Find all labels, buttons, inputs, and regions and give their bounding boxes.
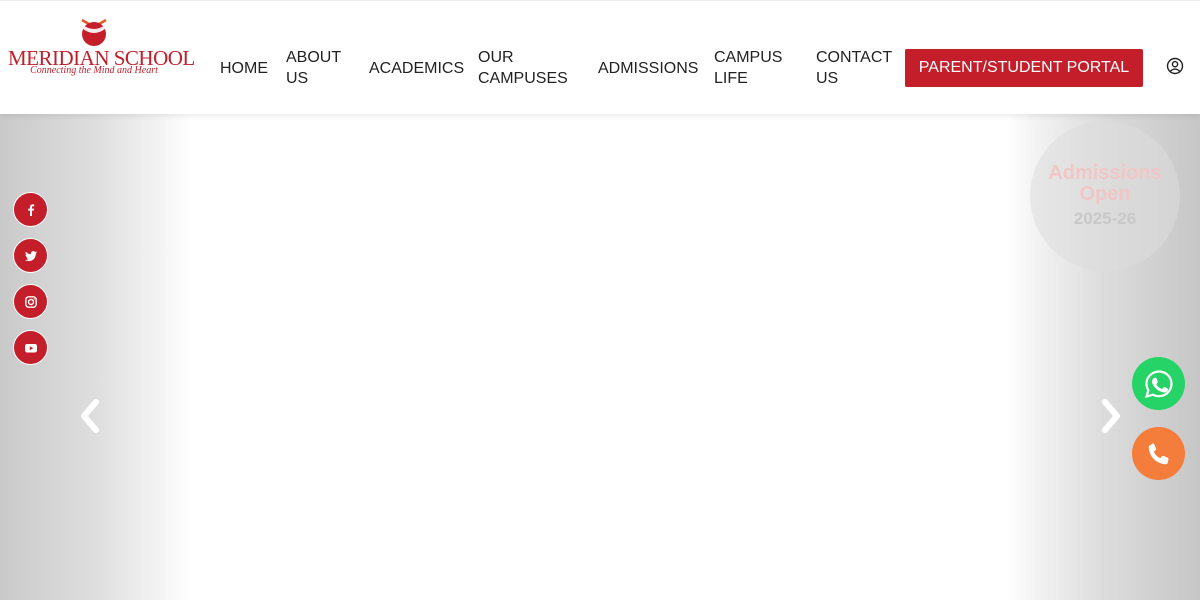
youtube-icon xyxy=(24,343,37,352)
instagram-icon xyxy=(24,295,37,308)
school-logo[interactable]: MERIDIAN SCHOOL Connecting the Mind and … xyxy=(8,17,195,77)
logo-tagline: Connecting the Mind and Heart xyxy=(30,65,158,76)
nav-admissions[interactable]: ADMISSIONS xyxy=(598,58,708,79)
badge-open-text: Open xyxy=(1079,183,1131,205)
nav-academics[interactable]: ACADEMICS xyxy=(369,58,469,79)
user-circle-icon[interactable] xyxy=(1166,57,1184,75)
chevron-right-icon[interactable] xyxy=(1099,396,1125,436)
phone-icon xyxy=(1148,442,1169,464)
badge-admissions-text: Admissions xyxy=(1048,162,1162,184)
parent-student-portal-button[interactable]: PARENT/STUDENT PORTAL xyxy=(905,49,1143,87)
phone-call-button[interactable] xyxy=(1132,427,1185,480)
youtube-link[interactable] xyxy=(13,330,48,365)
nav-about-us[interactable]: ABOUT US xyxy=(286,47,356,89)
twitter-icon xyxy=(24,250,37,261)
site-header: MERIDIAN SCHOOL Connecting the Mind and … xyxy=(0,0,1200,114)
admissions-open-badge[interactable]: Admissions Open 2025-26 xyxy=(1030,121,1180,271)
instagram-link[interactable] xyxy=(13,284,48,319)
nav-campus-life[interactable]: CAMPUS LIFE xyxy=(714,47,794,89)
whatsapp-button[interactable] xyxy=(1132,357,1185,410)
twitter-link[interactable] xyxy=(13,238,48,273)
facebook-link[interactable] xyxy=(13,192,48,227)
whatsapp-icon xyxy=(1144,369,1173,398)
chevron-left-icon[interactable] xyxy=(76,396,102,436)
nav-home[interactable]: HOME xyxy=(220,58,280,79)
logo-emblem-icon xyxy=(81,18,107,46)
nav-our-campuses[interactable]: OUR CAMPUSES xyxy=(478,47,578,89)
badge-year-text: 2025-26 xyxy=(1073,209,1137,228)
hero-slider xyxy=(0,114,1200,600)
nav-contact-us[interactable]: CONTACT US xyxy=(816,47,896,89)
facebook-icon xyxy=(27,203,34,216)
